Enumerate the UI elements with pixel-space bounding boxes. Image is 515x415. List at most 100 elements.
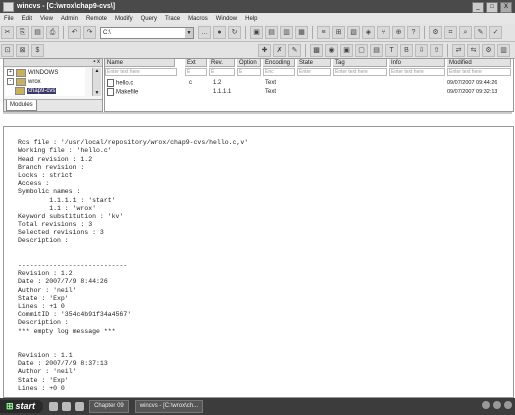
filter-modified[interactable]: Enter text here <box>447 68 511 76</box>
column-header-ext[interactable]: Ext <box>185 59 207 67</box>
tray-icon[interactable] <box>504 401 512 409</box>
filter-info[interactable]: Enter text here <box>389 68 445 76</box>
status-icon[interactable]: ? <box>407 26 420 39</box>
tab-modules[interactable]: Modules <box>6 100 37 111</box>
table-row[interactable]: Makefile <box>107 88 138 96</box>
unedit-icon[interactable]: ▩ <box>310 44 323 57</box>
tree-node-chap9-cvs[interactable]: chap9-cvs <box>5 86 85 95</box>
tag-icon[interactable]: ◈ <box>362 26 375 39</box>
binary-icon[interactable]: B <box>400 44 413 57</box>
filter-encoding[interactable]: Enc <box>263 68 295 76</box>
path-combo[interactable]: C:\ ▼ <box>100 26 194 39</box>
menu-file[interactable]: File <box>4 16 14 22</box>
collapse-icon[interactable]: - <box>7 78 14 85</box>
menu-view[interactable]: View <box>40 16 53 22</box>
remove-icon[interactable]: ✗ <box>273 44 286 57</box>
cut-icon[interactable]: ✂ <box>1 26 14 39</box>
task-wincvs[interactable]: wincvs - [C:\wrox\ch... <box>134 400 204 413</box>
browse-icon[interactable]: … <box>198 26 211 39</box>
column-header-state[interactable]: State <box>297 59 331 67</box>
filter-state[interactable]: Enter <box>297 68 331 76</box>
merge-icon[interactable]: ⊕ <box>392 26 405 39</box>
close-button[interactable]: X <box>500 2 512 13</box>
column-header-rev[interactable]: Rev. <box>209 59 235 67</box>
query-icon[interactable]: ⌕ <box>459 26 472 39</box>
properties-icon[interactable]: ▥ <box>497 44 510 57</box>
menu-window[interactable]: Window <box>216 16 237 22</box>
trace-icon[interactable]: ⌗ <box>444 26 457 39</box>
export-icon[interactable]: ⇧ <box>430 44 443 57</box>
branch-icon[interactable]: ⑂ <box>377 26 390 39</box>
compare-icon[interactable]: ⇄ <box>452 44 465 57</box>
compare2-icon[interactable]: ⇆ <box>467 44 480 57</box>
desktop-icon[interactable] <box>62 402 72 411</box>
menu-help[interactable]: Help <box>245 16 257 22</box>
splitter[interactable] <box>3 112 512 114</box>
tray-icon[interactable] <box>493 401 501 409</box>
tray-icon[interactable] <box>482 401 490 409</box>
checkout-icon[interactable]: ▣ <box>250 26 263 39</box>
menu-modify[interactable]: Modify <box>115 16 133 22</box>
close-pane-icon[interactable]: ▪ x <box>93 59 100 66</box>
copy-icon[interactable]: ⎘ <box>16 26 29 39</box>
menu-edit[interactable]: Edit <box>22 16 32 22</box>
media-icon[interactable] <box>75 402 85 411</box>
menu-admin[interactable]: Admin <box>61 16 78 22</box>
lock-icon[interactable]: ▣ <box>340 44 353 57</box>
diff-icon[interactable]: ▦ <box>295 26 308 39</box>
scroll-track[interactable] <box>93 74 101 90</box>
chevron-down-icon[interactable]: ▼ <box>185 27 193 38</box>
column-header-modified[interactable]: Modified <box>447 59 511 67</box>
expand-icon[interactable]: + <box>7 69 14 76</box>
unlock-icon[interactable]: ▢ <box>355 44 368 57</box>
paste-icon[interactable]: ▤ <box>31 26 44 39</box>
menu-trace[interactable]: Trace <box>165 16 180 22</box>
filter-tag[interactable]: Enter text here <box>333 68 387 76</box>
column-header-encoding[interactable]: Encoding <box>263 59 295 67</box>
filter-rev[interactable]: E <box>209 68 235 76</box>
text-icon[interactable]: T <box>385 44 398 57</box>
help-icon[interactable]: ✓ <box>489 26 502 39</box>
filter-ext[interactable]: E <box>185 68 207 76</box>
column-header-tag[interactable]: Tag <box>333 59 387 67</box>
edit-file-icon[interactable]: ✎ <box>288 44 301 57</box>
annotate-icon[interactable]: ▧ <box>347 26 360 39</box>
table-row[interactable]: hello.c <box>107 79 133 87</box>
menu-query[interactable]: Query <box>141 16 157 22</box>
commit-icon[interactable]: ▥ <box>280 26 293 39</box>
filter-icon[interactable]: ⊡ <box>1 43 14 57</box>
tree-node-wrox[interactable]: - wrox <box>5 77 85 86</box>
menu-remote[interactable]: Remote <box>86 16 107 22</box>
redo-icon[interactable]: ↷ <box>83 26 96 39</box>
tree-scrollbar[interactable]: ▲ ▼ <box>92 68 101 96</box>
task-chapter09[interactable]: Chapter 09 <box>89 400 129 413</box>
edit-icon[interactable]: ✎ <box>474 26 487 39</box>
watch-icon[interactable]: ◉ <box>325 44 338 57</box>
filter-name[interactable]: Enter text here <box>105 68 177 76</box>
print-icon[interactable]: ⎙ <box>46 26 59 39</box>
graph-icon[interactable]: ⊞ <box>332 26 345 39</box>
ignore-icon[interactable]: ⊠ <box>16 43 29 57</box>
column-header-name[interactable]: Name <box>105 59 175 67</box>
ie-icon[interactable] <box>49 402 59 411</box>
settings-icon[interactable]: ⚙ <box>482 44 495 57</box>
log-icon[interactable]: ≡ <box>317 26 330 39</box>
macro-icon[interactable]: ⚙ <box>429 26 442 39</box>
start-button[interactable]: ⊞ start <box>0 400 44 413</box>
menu-macros[interactable]: Macros <box>188 16 208 22</box>
filter-option[interactable]: E <box>237 68 261 76</box>
column-header-option[interactable]: Option <box>237 59 261 67</box>
refresh-icon[interactable]: ↻ <box>228 26 241 39</box>
undo-icon[interactable]: ↶ <box>68 26 81 39</box>
tree-node-windows[interactable]: + WINDOWS <box>5 68 85 77</box>
minimize-button[interactable]: _ <box>472 2 484 13</box>
stop-icon[interactable]: ● <box>213 26 226 39</box>
add-icon[interactable]: ✚ <box>258 44 271 57</box>
dollar-icon[interactable]: $ <box>31 43 44 57</box>
release-icon[interactable]: ▤ <box>370 44 383 57</box>
scroll-down-icon[interactable]: ▼ <box>93 90 101 96</box>
update-icon[interactable]: ▤ <box>265 26 278 39</box>
column-header-info[interactable]: Info <box>389 59 445 67</box>
output-console[interactable]: Rcs file : '/usr/local/repository/wrox/c… <box>3 126 514 398</box>
import-icon[interactable]: ⇩ <box>415 44 428 57</box>
